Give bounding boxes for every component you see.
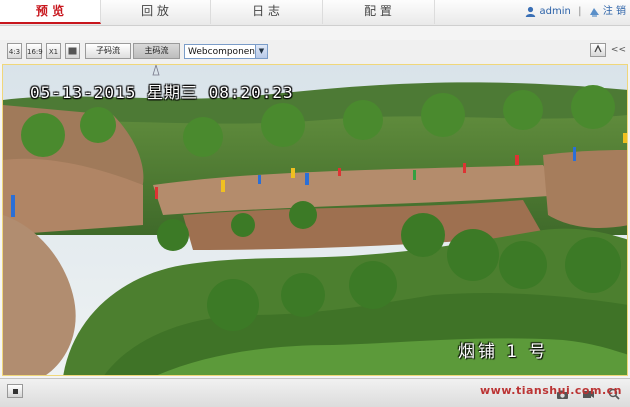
stop-icon	[13, 389, 18, 394]
chevron-down-icon[interactable]: ▼	[255, 45, 267, 58]
main-stream-button[interactable]: 主码流	[133, 43, 180, 59]
aspect-4-3-button[interactable]: 4:3	[7, 43, 22, 59]
username: admin	[539, 6, 571, 17]
top-navigation: 预 览 回 放 日 志 配 置 admin | 注 销	[0, 0, 630, 26]
auto-size-button[interactable]	[65, 43, 80, 59]
original-size-button[interactable]: X1	[46, 43, 61, 59]
toolbar-right-tools: <<	[590, 43, 626, 59]
tab-log[interactable]: 日 志	[210, 0, 323, 24]
sub-stream-button[interactable]: 子码流	[85, 43, 131, 59]
user-separator: |	[578, 6, 582, 17]
stop-button[interactable]	[7, 384, 23, 398]
logout-link[interactable]: 注 销	[603, 6, 626, 17]
video-toolbar: 4:3 16:9 X1 子码流 主码流 Webcomponents ▼ <<	[0, 40, 630, 64]
user-area: admin | 注 销	[525, 0, 626, 24]
tab-config[interactable]: 配 置	[322, 0, 435, 24]
site-watermark: www.tianshui.com.cn	[480, 384, 622, 397]
plugin-select-value: Webcomponents	[188, 47, 264, 57]
osd-channel-name: 烟铺 1 号	[458, 342, 549, 362]
tab-playback[interactable]: 回 放	[100, 0, 211, 24]
video-frame-image	[3, 65, 627, 375]
user-icon	[525, 6, 539, 17]
tab-preview[interactable]: 预 览	[0, 0, 101, 24]
live-video[interactable]: 05-13-2015 星期三 08:20:23 烟铺 1 号	[2, 64, 628, 376]
osd-datetime: 05-13-2015 星期三 08:20:23	[30, 83, 294, 102]
fullscreen-icon[interactable]	[590, 43, 607, 57]
auto-size-icon	[68, 47, 77, 55]
logout-icon[interactable]	[589, 6, 603, 17]
plugin-select[interactable]: Webcomponents ▼	[184, 44, 268, 59]
aspect-16-9-button[interactable]: 16:9	[26, 43, 43, 59]
collapse-icon[interactable]: <<	[611, 45, 626, 55]
